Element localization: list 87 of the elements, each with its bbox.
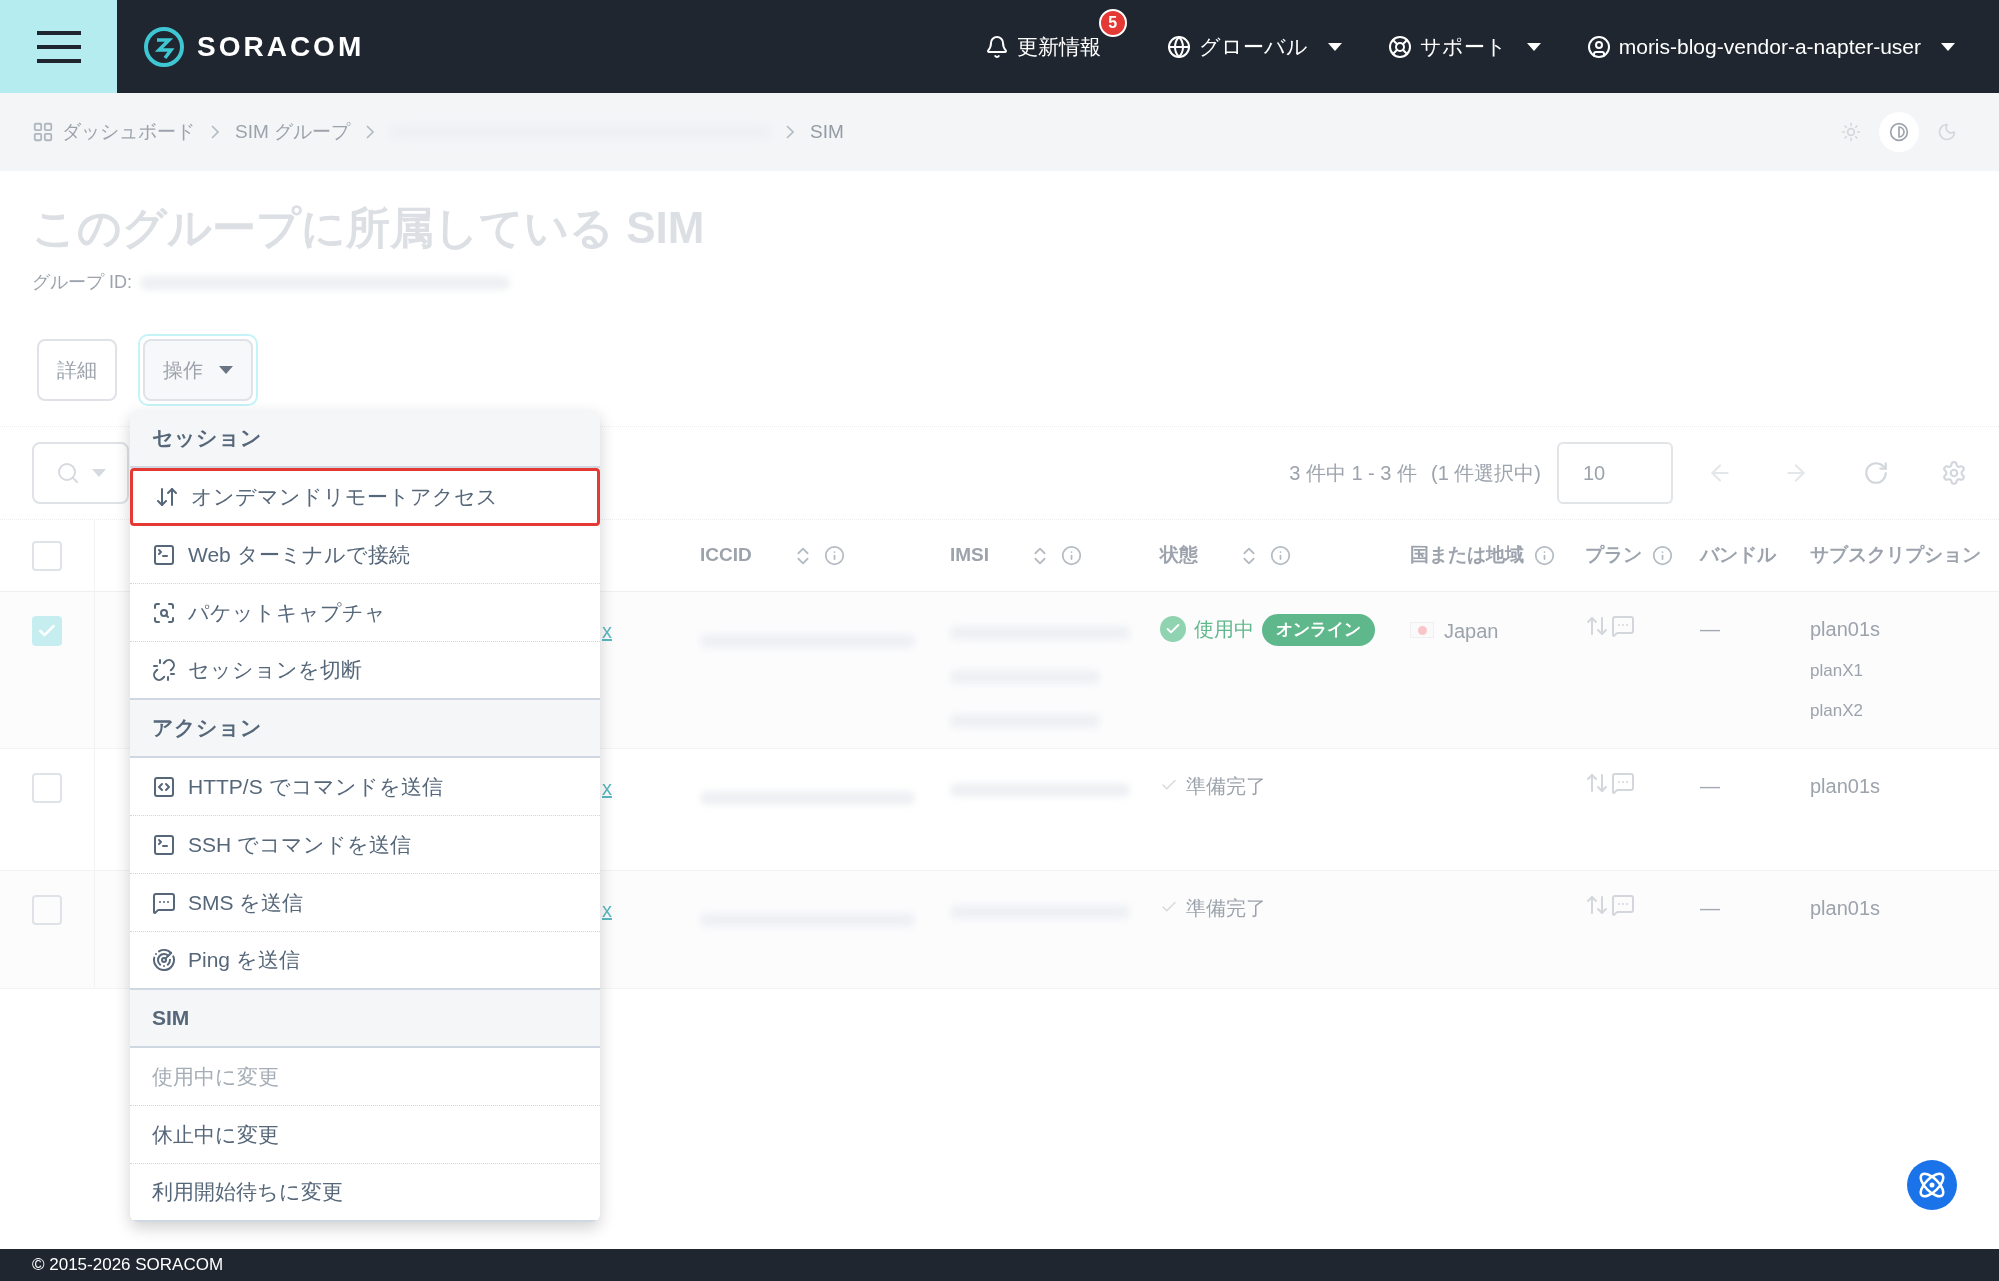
menu-item[interactable]: SSH でコマンドを送信 (130, 816, 600, 874)
bundle-value: — (1700, 775, 1720, 797)
chat-icon (152, 890, 176, 915)
caret-icon (1327, 42, 1342, 51)
lifebuoy-icon (1387, 34, 1412, 59)
column-header: ICCID (700, 543, 752, 568)
terminal-lock-icon (152, 832, 176, 857)
region-dropdown[interactable]: グローバル (1166, 30, 1342, 63)
data-transfer-icon (1585, 893, 1609, 917)
refresh-icon[interactable] (1863, 460, 1889, 486)
moon-icon (1937, 122, 1957, 142)
subscription-name: plan01s (1810, 617, 1882, 642)
globe-icon (1166, 34, 1191, 59)
status-label: 準備完了 (1186, 896, 1266, 921)
radar-icon (152, 948, 176, 972)
column-header: 国または地域 (1410, 543, 1524, 568)
menu-item[interactable]: Web ターミナルで接続 (130, 526, 600, 584)
terminal-icon (152, 542, 176, 567)
sun-icon (1841, 122, 1861, 142)
subscription-name: plan01s (1810, 896, 1882, 921)
dashboard-icon (32, 121, 54, 143)
column-header: 状態 (1160, 543, 1198, 568)
unlink-icon (152, 658, 176, 682)
search-icon (55, 461, 80, 485)
caret-icon (1941, 42, 1955, 51)
menu-button[interactable] (0, 0, 117, 93)
status-check-icon (1160, 616, 1186, 642)
status-label: 使用中 (1194, 617, 1254, 642)
settings-icon[interactable] (1941, 460, 1967, 486)
chevron-icon (211, 125, 219, 139)
menu-item[interactable]: パケットキャプチャ (130, 584, 600, 642)
copyright-text: © 2015-2026 SORACOM (32, 1254, 224, 1277)
bell-icon (984, 34, 1009, 59)
status-label: 準備完了 (1186, 774, 1266, 799)
search-filter-button[interactable] (32, 442, 129, 504)
theme-toggle[interactable] (1879, 112, 1919, 152)
brand-name: SORACOM (197, 29, 365, 64)
code-icon (152, 774, 176, 799)
chevron-icon (366, 125, 375, 139)
menu-icon (34, 29, 83, 64)
chevron-icon (786, 125, 795, 139)
online-badge: オンライン (1262, 614, 1375, 646)
menu-item[interactable]: 休止中に変更 (130, 1106, 600, 1164)
column-header: プラン (1585, 543, 1642, 568)
subscription-name: planX1 (1810, 660, 1864, 682)
logo-icon (143, 25, 185, 68)
scan-icon (152, 600, 176, 625)
bundle-value: — (1700, 897, 1720, 919)
menu-item[interactable]: SMS を送信 (130, 874, 600, 932)
caret-icon (91, 469, 106, 477)
column-header: バンドル (1700, 543, 1776, 568)
caret-icon (219, 366, 233, 374)
japan-flag-icon (1410, 622, 1434, 638)
menu-section-header: アクション (130, 700, 600, 758)
news-button[interactable]: 更新情報 (984, 30, 1101, 63)
group-id-label: グループ ID: (32, 271, 132, 294)
sms-icon (1611, 614, 1635, 638)
atom-icon (1917, 1170, 1947, 1200)
sms-icon (1611, 893, 1635, 917)
user-icon (1586, 34, 1611, 59)
support-dropdown[interactable]: サポート (1387, 30, 1541, 63)
contrast-icon (1889, 122, 1909, 142)
column-header: IMSI (950, 543, 990, 568)
column-header: サブスクリプション (1810, 543, 1981, 568)
select-all-checkbox[interactable] (32, 540, 62, 571)
sms-icon (1611, 771, 1635, 795)
country-name: Japan (1444, 619, 1499, 644)
caret-icon (1526, 42, 1541, 51)
user-dropdown[interactable]: moris-blog-vendor-a-napter-user (1586, 30, 1955, 63)
menu-item[interactable]: 利用開始待ちに変更 (130, 1164, 600, 1222)
arrows-icon (155, 485, 179, 509)
menu-section-header: SIM (130, 990, 600, 1048)
menu-section-header: セッション (130, 410, 600, 468)
bundle-value: — (1700, 618, 1720, 640)
menu-item[interactable]: HTTP/S でコマンドを送信 (130, 758, 600, 816)
row-checkbox[interactable] (32, 616, 62, 646)
selection-count: (1 件選択中) (1431, 461, 1541, 486)
row-checkbox[interactable] (32, 773, 62, 803)
row-checkbox[interactable] (32, 895, 62, 925)
subscription-name: plan01s (1810, 774, 1882, 799)
data-transfer-icon (1585, 771, 1609, 795)
subscription-name: planX2 (1810, 699, 1864, 722)
menu-item[interactable]: オンデマンドリモートアクセス (130, 468, 600, 526)
help-button[interactable] (1907, 1160, 1957, 1210)
result-count: 3 件中 1 - 3 件 (1289, 461, 1417, 486)
notification-badge: 5 (1098, 8, 1127, 37)
data-transfer-icon (1585, 614, 1609, 638)
